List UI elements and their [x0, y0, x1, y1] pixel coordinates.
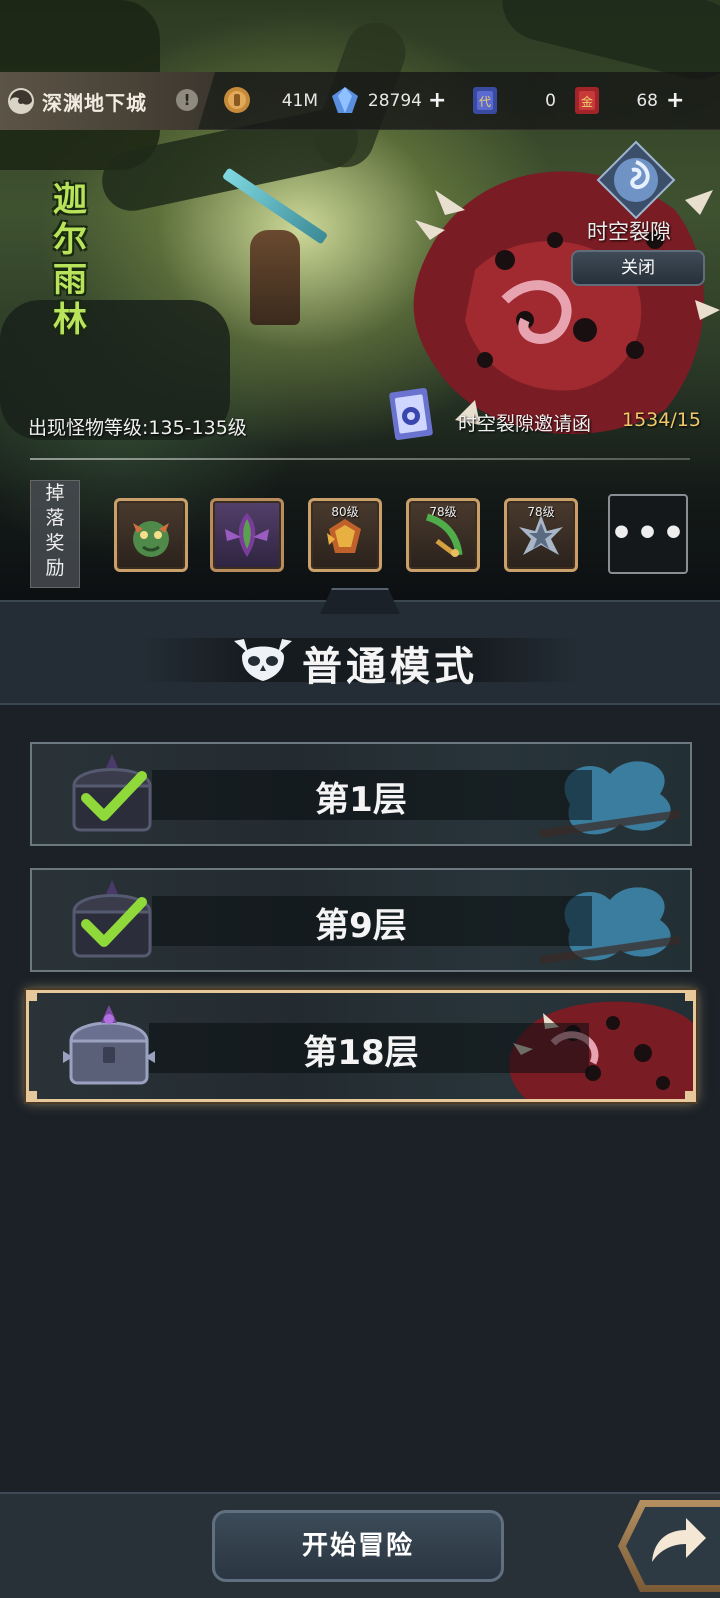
ticket-jin-add-button[interactable]: +	[666, 88, 684, 113]
frame-corner	[29, 1091, 37, 1099]
frame-corner	[685, 1091, 693, 1099]
mantis-icon	[225, 513, 269, 557]
diamond-add-button[interactable]: +	[428, 88, 446, 113]
page-title: 深渊地下城	[42, 91, 147, 115]
area-name-char: 林	[53, 300, 87, 340]
drop-item-bow[interactable]: 78级	[406, 498, 480, 572]
monster-level-text: 出现怪物等级:135-135级	[28, 417, 247, 439]
drops-label-char: 励	[45, 557, 65, 579]
drop-item-spiked-weapon[interactable]: 78级	[504, 498, 578, 572]
drops-label: 掉 落 奖 励	[30, 480, 80, 588]
rift-crystal-icon[interactable]	[596, 140, 676, 220]
dungeon-swirl-icon	[8, 88, 34, 114]
svg-text:代: 代	[479, 95, 491, 109]
start-adventure-button[interactable]: 开始冒险	[212, 1510, 504, 1582]
green-weapon-icon	[425, 513, 463, 557]
divider	[30, 458, 690, 460]
share-arrow-icon	[652, 1518, 706, 1562]
floor-label: 第1层	[315, 780, 407, 820]
armor-piece-icon	[327, 519, 361, 553]
area-name-char: 迦	[53, 180, 87, 220]
blue-ticket-icon: 代	[473, 87, 497, 114]
ticket-dai-value: 0	[545, 91, 556, 111]
mode-title: 普通模式	[302, 644, 478, 690]
skull-icon	[234, 639, 292, 681]
invite-letter-icon	[389, 387, 433, 441]
area-name-char: 雨	[53, 260, 87, 300]
red-ticket-icon: 金	[575, 87, 599, 114]
floor-label: 第9层	[315, 906, 407, 946]
floor-item-9[interactable]: 第9层	[30, 868, 692, 972]
floor-label: 第18层	[303, 1033, 419, 1073]
more-drops-button[interactable]: •••	[608, 494, 688, 574]
mode-notch	[320, 588, 400, 614]
rift-close-button[interactable]: 关闭	[571, 250, 705, 286]
hero-character	[250, 230, 300, 325]
drop-item-armor[interactable]: 80级	[308, 498, 382, 572]
frame-corner	[685, 993, 693, 1001]
gold-coin-icon	[224, 87, 250, 113]
area-name: 迦 尔 雨 林	[46, 180, 94, 355]
floor-item-18[interactable]: 第18层	[26, 990, 696, 1102]
goblin-icon	[133, 521, 169, 557]
ticket-dai-counter: 代 0	[470, 85, 565, 117]
diamond-icon	[332, 87, 358, 113]
drops-label-char: 落	[45, 507, 65, 529]
drop-item-goblin[interactable]	[114, 498, 188, 572]
invite-label: 时空裂隙邀请函	[458, 413, 592, 435]
floor-item-1[interactable]: 第1层	[30, 742, 692, 846]
ticket-jin-value: 68	[636, 91, 658, 111]
more-drops-label: •••	[610, 513, 689, 554]
ticket-jin-counter: 金 68 +	[572, 85, 692, 117]
info-icon[interactable]: !	[176, 89, 198, 111]
resource-bar: 深渊地下城 ! 41M 28794 + 代 0 金 68 +	[0, 72, 720, 130]
frame-corner	[29, 993, 37, 1001]
gold-value: 41M	[281, 91, 318, 111]
svg-text:金: 金	[581, 94, 593, 109]
rift-title: 时空裂隙	[587, 220, 671, 244]
area-name-char: 尔	[53, 220, 87, 260]
invite-count: 1534/15	[622, 409, 701, 431]
drop-item-mantis[interactable]	[210, 498, 284, 572]
diamond-counter: 28794 +	[330, 85, 455, 117]
drops-label-char: 奖	[45, 532, 65, 554]
gold-counter: 41M	[222, 85, 322, 117]
drops-label-char: 掉	[45, 482, 65, 504]
diamond-value: 28794	[367, 91, 422, 111]
spiked-weapon-icon	[519, 515, 563, 555]
